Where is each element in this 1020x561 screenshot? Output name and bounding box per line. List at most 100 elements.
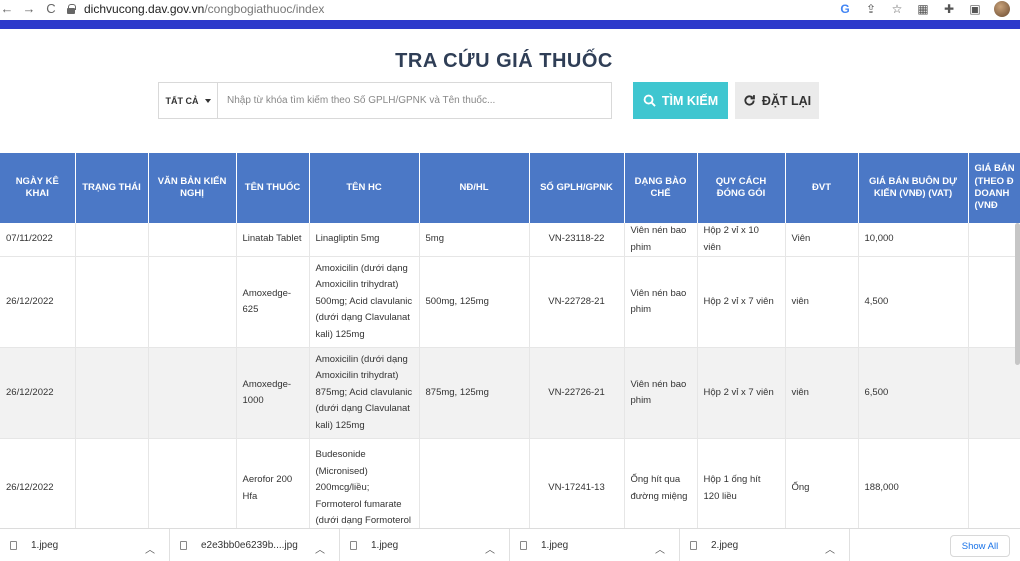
download-item[interactable]: e2e3bb0e6239b....jpg ︿ (170, 529, 340, 561)
download-item[interactable]: 2.jpeg ︿ (680, 529, 850, 561)
extensions-icon[interactable]: ✚ (942, 2, 956, 16)
header-dvt[interactable]: ĐVT (785, 153, 859, 223)
url-path: /congbogiathuoc/index (204, 2, 325, 16)
reload-icon[interactable]: C (44, 2, 58, 16)
share-icon[interactable]: ⇪ (864, 2, 878, 16)
header-dang-bao-che[interactable]: DẠNG BÀO CHẾ (624, 153, 698, 223)
browser-toolbar: ← → C dichvucong.dav.gov.vn/congbogiathu… (0, 0, 1020, 18)
cell-trang-thai (75, 256, 149, 348)
download-filename: e2e3bb0e6239b....jpg (201, 539, 298, 551)
page-title: TRA CỨU GIÁ THUỐC (395, 50, 613, 72)
download-filename: 1.jpeg (31, 539, 59, 551)
category-label: TẤT CẢ (165, 95, 199, 106)
cell-nd-hl: 500mg, 125mg (419, 256, 530, 348)
cell-ngay: 26/12/2022 (0, 256, 76, 348)
forward-icon[interactable]: → (22, 2, 36, 16)
cell-quy-cach: Hộp 2 vỉ x 7 viên (697, 256, 786, 348)
chevron-up-icon[interactable]: ︿ (145, 541, 155, 556)
header-trang-thai[interactable]: TRẠNG THÁI (75, 153, 149, 223)
table-row[interactable]: 26/12/2022 Aerofor 200 Hfa Budesonide (M… (0, 438, 1020, 528)
price-table: NGÀY KÊ KHAI TRẠNG THÁI VĂN BẢN KIẾN NGH… (0, 153, 1020, 528)
cell-nd-hl (419, 438, 530, 528)
cell-gia-ban (968, 256, 1020, 348)
cell-quy-cach: Hộp 2 vỉ x 10 viên (697, 223, 786, 257)
reset-button-label: ĐẶT LẠI (761, 93, 812, 108)
cell-ten-thuoc: Amoxedge-625 (236, 256, 310, 348)
category-select[interactable]: TẤT CẢ (159, 83, 218, 118)
table-row[interactable]: 26/12/2022 Amoxedge-1000 Amoxicilin (dướ… (0, 347, 1020, 439)
lock-icon (66, 4, 76, 14)
header-ten-thuoc[interactable]: TÊN THUỐC (236, 153, 310, 223)
url-host: dichvucong.dav.gov.vn (84, 2, 205, 16)
file-icon (10, 540, 17, 550)
cell-dang-bao-che: Viên nén bao phim (624, 223, 698, 257)
cell-ten-hc: Linagliptin 5mg (309, 223, 420, 257)
chevron-down-icon (204, 98, 211, 103)
browser-actions: G ⇪ ☆ ▦ ✚ ▣ (838, 1, 1020, 17)
cell-gia: 188,000 (858, 438, 969, 528)
download-item[interactable]: 1.jpeg ︿ (340, 529, 510, 561)
cell-so-gplh: VN-22726-21 (529, 347, 625, 439)
table-header-row: NGÀY KÊ KHAI TRẠNG THÁI VĂN BẢN KIẾN NGH… (0, 153, 1020, 223)
cell-so-gplh: VN-23118-22 (529, 223, 625, 257)
cell-trang-thai (75, 347, 149, 439)
cell-trang-thai (75, 438, 149, 528)
nav-buttons: ← → C (0, 2, 60, 16)
address-bar[interactable]: dichvucong.dav.gov.vn/congbogiathuoc/ind… (66, 2, 838, 16)
show-all-button[interactable]: Show All (950, 535, 1010, 557)
header-nd-hl[interactable]: NĐ/HL (419, 153, 530, 223)
header-gia-ban[interactable]: GIÁ BÁN (THEO Đ DOANH (VNĐ (968, 153, 1020, 223)
back-icon[interactable]: ← (0, 2, 14, 16)
file-icon (350, 540, 357, 550)
cell-dang-bao-che: Viên nén bao phim (624, 256, 698, 348)
header-gia-ban-buon[interactable]: GIÁ BÁN BUÔN DỰ KIẾN (VNĐ) (VAT) (858, 153, 969, 223)
download-item[interactable]: 1.jpeg ︿ (0, 529, 170, 561)
cell-quy-cach: Hộp 2 vỉ x 7 viên (697, 347, 786, 439)
header-ten-hc[interactable]: TÊN HC (309, 153, 420, 223)
sidepanel-icon[interactable]: ▣ (968, 2, 982, 16)
header-ngay-ke-khai[interactable]: NGÀY KÊ KHAI (0, 153, 76, 223)
header-so-gplh[interactable]: SỐ GPLH/GPNK (529, 153, 625, 223)
download-filename: 1.jpeg (371, 539, 399, 551)
refresh-icon (744, 95, 755, 106)
file-icon (180, 540, 187, 550)
chevron-up-icon[interactable]: ︿ (655, 541, 665, 556)
cell-ngay: 07/11/2022 (0, 223, 76, 257)
cell-gia: 4,500 (858, 256, 969, 348)
chevron-up-icon[interactable]: ︿ (825, 541, 835, 556)
download-filename: 2.jpeg (711, 539, 739, 551)
cell-van-ban (148, 256, 237, 348)
cell-ngay: 26/12/2022 (0, 347, 76, 439)
cell-ten-hc: Amoxicilin (dưới dạng Amoxicilin trihydr… (309, 347, 420, 439)
star-icon[interactable]: ☆ (890, 2, 904, 16)
download-filename: 1.jpeg (541, 539, 569, 551)
cell-ten-hc: Amoxicilin (dưới dạng Amoxicilin trihydr… (309, 256, 420, 348)
cell-ten-thuoc: Aerofor 200 Hfa (236, 438, 310, 528)
price-table-container[interactable]: NGÀY KÊ KHAI TRẠNG THÁI VĂN BẢN KIẾN NGH… (0, 153, 1020, 528)
cell-quy-cach: Hộp 1 ống hít 120 liều (697, 438, 786, 528)
qr-icon[interactable]: ▦ (916, 2, 930, 16)
google-icon[interactable]: G (838, 2, 852, 16)
file-icon (690, 540, 697, 550)
download-item[interactable]: 1.jpeg ︿ (510, 529, 680, 561)
cell-van-ban (148, 438, 237, 528)
vertical-scrollbar[interactable] (1015, 223, 1020, 365)
header-quy-cach[interactable]: QUY CÁCH ĐÓNG GÓI (697, 153, 786, 223)
profile-avatar[interactable] (994, 1, 1010, 17)
cell-ngay: 26/12/2022 (0, 438, 76, 528)
cell-van-ban (148, 223, 237, 257)
chevron-up-icon[interactable]: ︿ (485, 541, 495, 556)
search-button[interactable]: TÌM KIẾM (633, 82, 728, 119)
cell-dang-bao-che: Ống hít qua đường miệng (624, 438, 698, 528)
cell-nd-hl: 875mg, 125mg (419, 347, 530, 439)
cell-ten-thuoc: Amoxedge-1000 (236, 347, 310, 439)
cell-trang-thai (75, 223, 149, 257)
cell-gia-ban (968, 438, 1020, 528)
table-row[interactable]: 07/11/2022 Linatab Tablet Linagliptin 5m… (0, 223, 1020, 257)
chevron-up-icon[interactable]: ︿ (315, 541, 325, 556)
search-box: TẤT CẢ (158, 82, 612, 119)
search-input[interactable] (218, 83, 611, 118)
header-van-ban-kien-nghi[interactable]: VĂN BẢN KIẾN NGHỊ (148, 153, 237, 223)
table-row[interactable]: 26/12/2022 Amoxedge-625 Amoxicilin (dưới… (0, 256, 1020, 348)
reset-button[interactable]: ĐẶT LẠI (735, 82, 819, 119)
